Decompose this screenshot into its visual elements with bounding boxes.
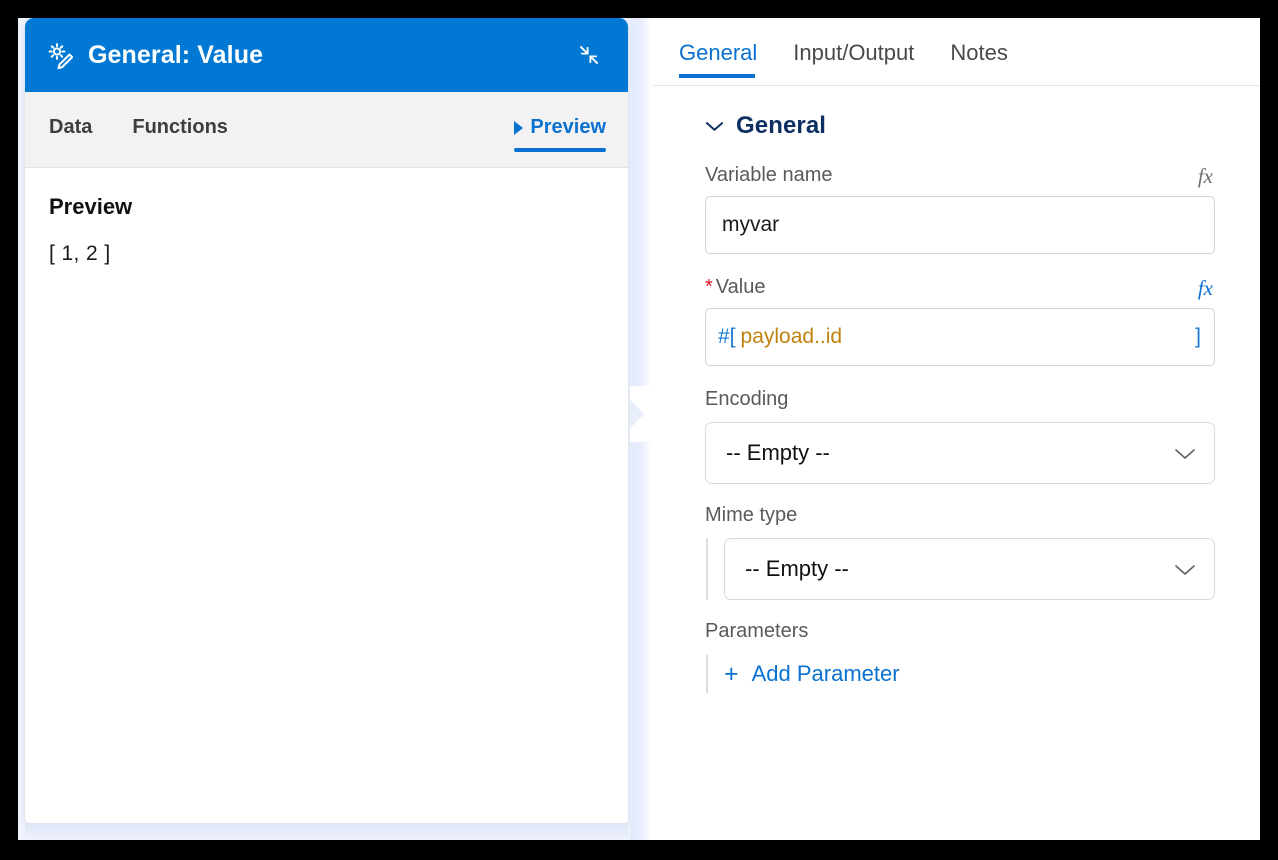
plus-icon: + [724, 659, 739, 688]
variable-name-label: Variable name [705, 164, 833, 186]
required-marker: * [705, 276, 713, 298]
parameters-label: Parameters [705, 620, 809, 642]
value-fx-button[interactable]: fx [1196, 278, 1215, 299]
editor-card-title: General: Value [88, 40, 264, 69]
field-variable-name: Variable name fx myvar [705, 164, 1215, 254]
tab-data-label: Data [49, 116, 93, 138]
value-expression-input[interactable]: #[ payload..id ] [705, 308, 1215, 366]
properties-panel: General Input/Output Notes General Varia… [652, 18, 1260, 840]
mime-type-label: Mime type [705, 504, 798, 526]
expression-editor-card: General: Value Data Functions Preview Pr… [25, 18, 628, 823]
tab-preview[interactable]: Preview [514, 116, 606, 152]
tab-functions[interactable]: Functions [132, 116, 228, 143]
field-mime-type: Mime type -- Empty -- [705, 504, 1215, 600]
tab-general[interactable]: General [679, 40, 757, 78]
preview-pane: Preview [ 1, 2 ] [25, 168, 628, 818]
properties-panel-tabs: General Input/Output Notes [653, 18, 1260, 86]
value-label: Value [715, 276, 766, 298]
expression-open-bracket: #[ [718, 325, 736, 348]
tab-preview-label: Preview [530, 116, 606, 138]
tab-notes-label: Notes [950, 40, 1008, 65]
play-triangle-icon [514, 120, 524, 135]
properties-panel-content: General Variable name fx myvar * Value fx [653, 86, 1260, 840]
editor-card-bottom-strip [25, 823, 628, 840]
add-parameter-button[interactable]: + Add Parameter [724, 655, 900, 693]
collapse-arrows-icon[interactable] [572, 38, 606, 72]
tab-notes[interactable]: Notes [950, 40, 1007, 78]
expression-editor-region: General: Value Data Functions Preview Pr… [18, 18, 658, 840]
field-encoding: Encoding -- Empty -- [705, 388, 1215, 484]
value-label-wrap: * Value [705, 276, 765, 299]
section-general-header[interactable]: General [705, 112, 1215, 140]
mime-type-select[interactable]: -- Empty -- [724, 538, 1215, 600]
expression-close-bracket: ] [1195, 325, 1201, 348]
variable-name-fx-button[interactable]: fx [1196, 166, 1215, 187]
expression-body: payload..id [740, 325, 843, 348]
field-value: * Value fx #[ payload..id ] [705, 276, 1215, 366]
editor-card-header: General: Value [25, 18, 628, 92]
parameters-indent-guide: + Add Parameter [706, 655, 1215, 693]
chevron-down-icon [705, 120, 724, 132]
encoding-selected-value: -- Empty -- [726, 440, 830, 465]
chevron-down-icon [1174, 563, 1196, 576]
editor-card-tabs: Data Functions Preview [25, 92, 628, 168]
mime-type-indent-guide: -- Empty -- [706, 538, 1215, 600]
tab-functions-label: Functions [132, 116, 228, 138]
tab-input-output-label: Input/Output [793, 40, 915, 65]
tab-data[interactable]: Data [49, 116, 92, 143]
section-general-title: General [736, 112, 827, 139]
gear-pencil-icon [45, 40, 75, 70]
chevron-down-icon [1174, 447, 1196, 460]
mime-type-selected-value: -- Empty -- [745, 556, 849, 581]
preview-heading: Preview [49, 194, 133, 219]
variable-name-input[interactable]: myvar [705, 196, 1215, 254]
preview-result-value: [ 1, 2 ] [49, 242, 111, 265]
tab-general-label: General [679, 40, 758, 65]
encoding-label: Encoding [705, 388, 789, 410]
tab-input-output[interactable]: Input/Output [793, 40, 914, 78]
encoding-select[interactable]: -- Empty -- [705, 422, 1215, 484]
application-frame: General: Value Data Functions Preview Pr… [18, 18, 1260, 840]
add-parameter-label: Add Parameter [751, 661, 900, 686]
field-parameters: Parameters + Add Parameter [705, 620, 1215, 693]
